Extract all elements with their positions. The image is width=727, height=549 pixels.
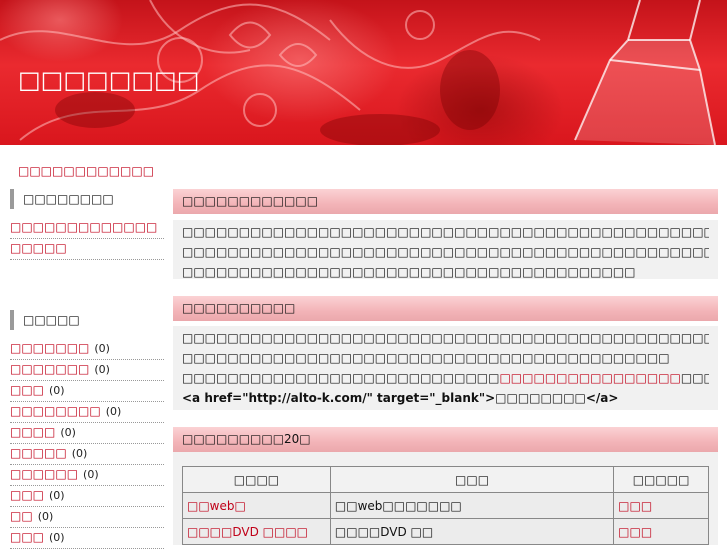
category-link[interactable]: □□□: [613, 518, 709, 545]
category-count: (0): [83, 468, 99, 481]
paragraph-line: □□□□□□□□□□□□□□□□□□□□□□□□□□□□□□□□□□□□□□□□…: [182, 331, 709, 345]
category-item[interactable]: □□□□□□□ (0): [10, 360, 164, 381]
inline-link[interactable]: □□□□□□□□□□□□□□□□: [499, 371, 680, 385]
category-label[interactable]: □□: [10, 509, 33, 523]
category-label[interactable]: □□□: [10, 383, 44, 397]
category-item[interactable]: □□□□ (0): [10, 423, 164, 444]
category-item[interactable]: □□ (0): [10, 507, 164, 528]
category-count: (0): [49, 531, 65, 544]
category-item[interactable]: □□□□□□ (0): [10, 465, 164, 486]
category-item[interactable]: □□□ (0): [10, 381, 164, 402]
category-count: (0): [49, 384, 65, 397]
section-body-link: □□□□□□□□□□□□□□□□□□□□□□□□□□□□□□□□□□□□□□□□…: [173, 326, 718, 410]
category-count: (0): [60, 426, 76, 439]
column-header: □□□□□: [613, 466, 709, 493]
sidebar-heading-2: □□□□□: [10, 310, 164, 330]
category-label[interactable]: □□□□□□: [10, 467, 78, 481]
breadcrumb[interactable]: □□□□□□□□□□□□: [18, 164, 154, 178]
category-item[interactable]: □□□□□□□□ (0): [10, 402, 164, 423]
sidebar-link-label[interactable]: □□□□□□□□□□□□□: [10, 220, 157, 234]
section-heading-link: □□□□□□□□□□: [173, 296, 718, 321]
category-item[interactable]: □□□□□□□ (0): [10, 339, 164, 360]
category-count: (0): [94, 342, 110, 355]
section-heading-links: □□□□□□□□□20□: [173, 427, 718, 452]
category-label[interactable]: □□□: [10, 488, 44, 502]
header-banner: □□□□□□□□: [0, 0, 727, 145]
site-description: □□□□DVD □□: [329, 518, 615, 545]
section-body-about: □□□□□□□□□□□□□□□□□□□□□□□□□□□□□□□□□□□□□□□□…: [173, 220, 718, 279]
sidebar-link[interactable]: □□□□□□□□□□□□□: [10, 218, 164, 239]
category-label[interactable]: □□□□□□□□: [10, 404, 101, 418]
category-count: (0): [105, 405, 122, 418]
column-header: □□□: [329, 466, 615, 493]
paragraph-line: □□□□□□□□□□□□□□□□□□□□□□□□□□□□□□□□□□□□□□□□…: [182, 225, 709, 239]
site-description: □□web□□□□□□□: [329, 492, 615, 519]
site-name-link[interactable]: □□web□: [182, 492, 331, 519]
category-item[interactable]: □□□□□ (0): [10, 444, 164, 465]
category-count: (0): [71, 447, 88, 460]
text-suffix: □□□□□□□□□□□: [680, 371, 709, 385]
paragraph-line-with-link: □□□□□□□□□□□□□□□□□□□□□□□□□□□□□□□□□□□□□□□□…: [182, 368, 709, 388]
category-label[interactable]: □□□□□□□: [10, 341, 89, 355]
site-title[interactable]: □□□□□□□□: [18, 66, 199, 94]
category-item[interactable]: □□□ (0): [10, 486, 164, 507]
category-count: (0): [49, 489, 65, 502]
category-count: (0): [37, 510, 54, 523]
sidebar-link-label[interactable]: □□□□□: [10, 241, 67, 255]
link-table: □□□□ □□□ □□□□□ □□web□ □□web□□□□□□□ □□□ □…: [182, 466, 709, 545]
site-name-link[interactable]: □□□□DVD □□□□: [182, 518, 331, 545]
table-row: □□web□ □□web□□□□□□□ □□□: [182, 492, 709, 519]
category-label[interactable]: □□□□□: [10, 446, 67, 460]
category-label[interactable]: □□□□: [10, 425, 55, 439]
paragraph-line: □□□□□□□□□□□□□□□□□□□□□□□□□□□□□□□□□□□□□□□□: [182, 265, 636, 279]
table-row: □□□□DVD □□□□ □□□□DVD □□ □□□: [182, 518, 709, 545]
link-code-snippet: <a href="http://alto-k.com/" target="_bl…: [182, 391, 619, 405]
category-link[interactable]: □□□: [613, 492, 709, 519]
table-header-row: □□□□ □□□ □□□□□: [182, 466, 709, 493]
text-prefix: □□□□□□□□□□□□□□□□□□□□□□□□□□□□: [182, 371, 500, 385]
column-header: □□□□: [182, 466, 331, 493]
category-label[interactable]: □□□□□□□: [10, 362, 89, 376]
section-heading-about: □□□□□□□□□□□□: [173, 189, 718, 214]
category-label[interactable]: □□□: [10, 530, 44, 544]
category-count: (0): [94, 363, 110, 376]
sidebar-link[interactable]: □□□□□: [10, 239, 164, 260]
paragraph-line: □□□□□□□□□□□□□□□□□□□□□□□□□□□□□□□□□□□□□□□□…: [182, 351, 670, 365]
sidebar-heading-1: □□□□□□□□: [10, 189, 164, 209]
category-item[interactable]: □□□ (0): [10, 528, 164, 549]
paragraph-line: □□□□□□□□□□□□□□□□□□□□□□□□□□□□□□□□□□□□□□□□…: [182, 245, 709, 259]
